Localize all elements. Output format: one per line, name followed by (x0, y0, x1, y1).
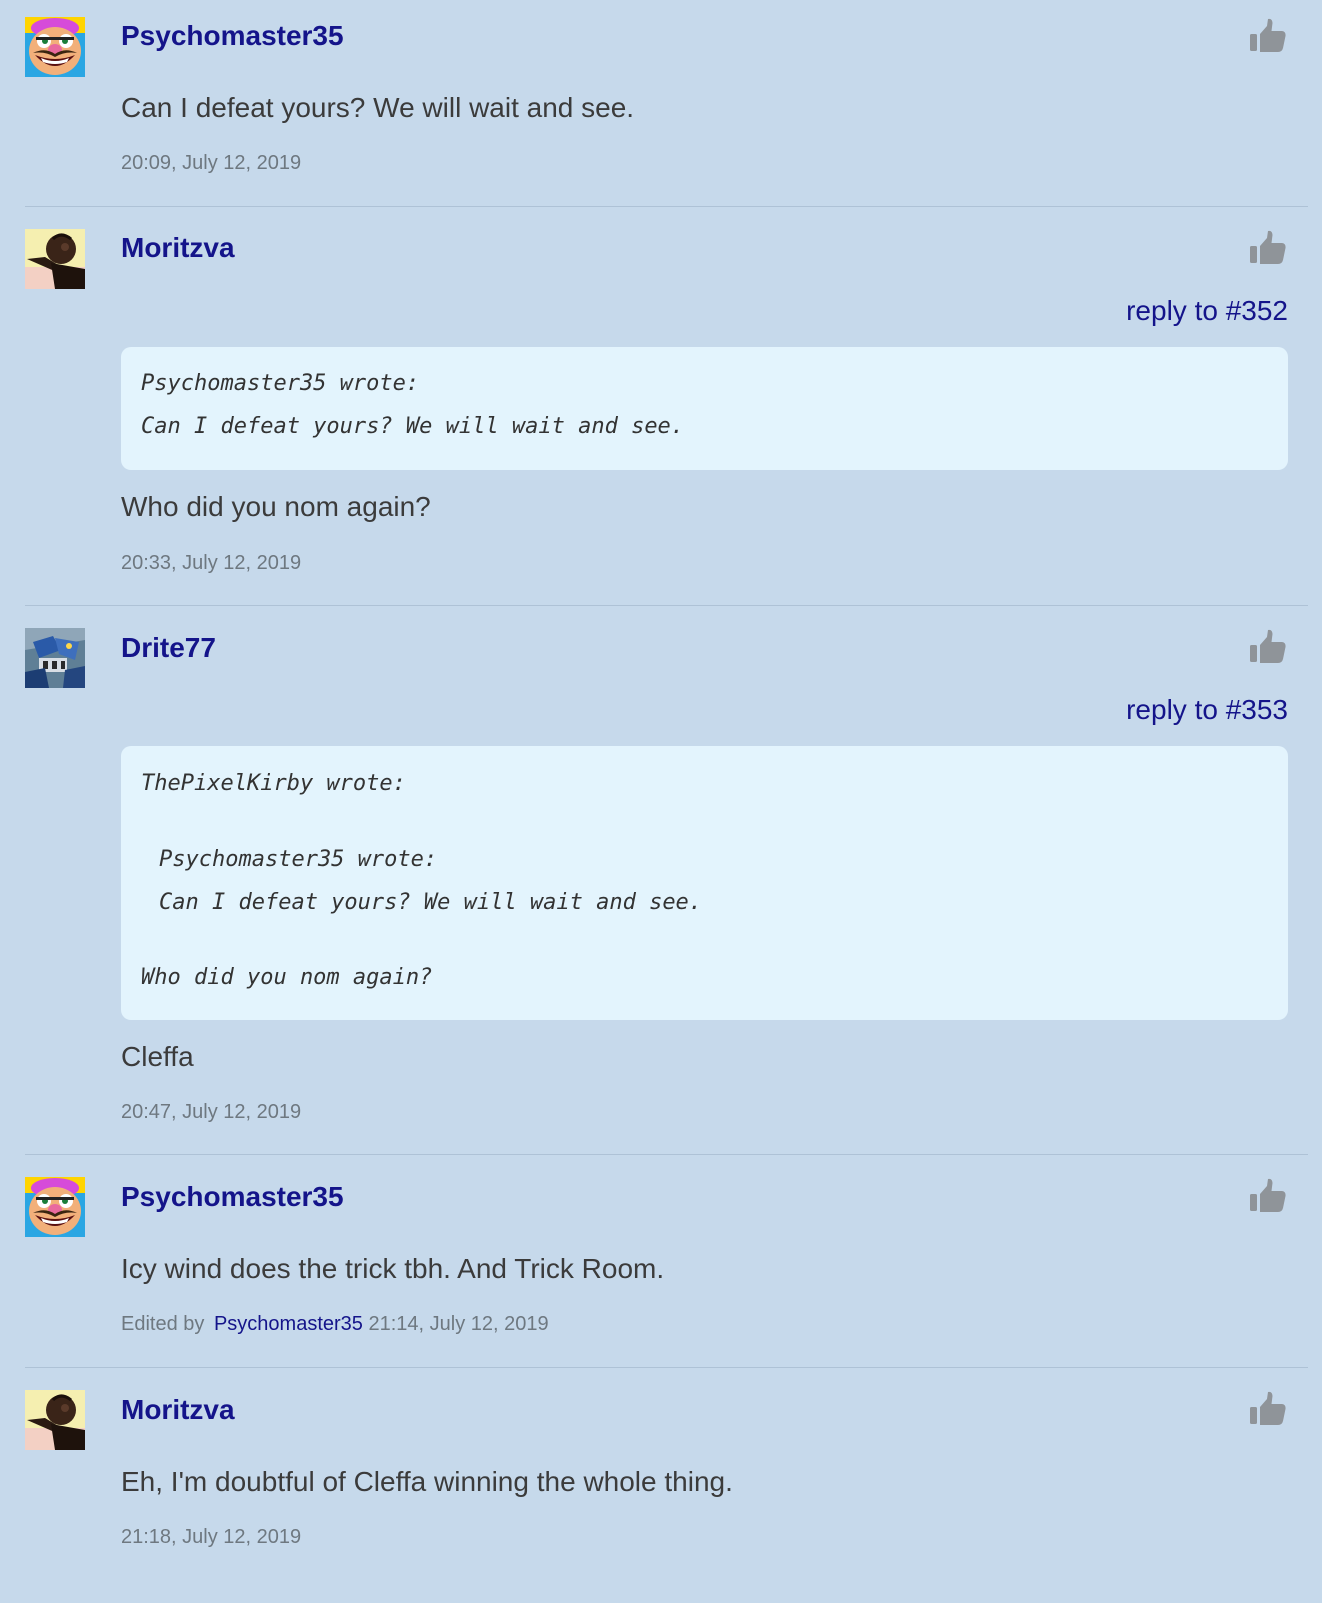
comment-timestamp: 20:09, July 12, 2019 (121, 152, 302, 174)
quote-attribution: Psychomaster35 wrote: (141, 371, 420, 396)
comment: Drite77 reply to #353 ThePixelKirby wrot… (25, 628, 1308, 1155)
comment-body: Icy wind does the trick tbh. And Trick R… (121, 1253, 665, 1284)
avatar[interactable] (25, 628, 85, 688)
comment-author-link[interactable]: Psychomaster35 (121, 19, 344, 53)
comment-body: Can I defeat yours? We will wait and see… (121, 92, 635, 123)
comment-timestamp: 20:47, July 12, 2019 (121, 1101, 302, 1123)
comment-body: Cleffa (121, 1041, 194, 1072)
comment-edit-info: Edited by Psychomaster35 21:14, July 12,… (121, 1312, 549, 1336)
comment: Moritzva Eh, I'm doubtful of Cleffa winn… (25, 1390, 1308, 1590)
comment: Psychomaster35 Can I defeat yours? We wi… (25, 17, 1308, 207)
wario-avatar-icon (25, 1177, 85, 1237)
comment: Psychomaster35 Icy wind does the trick t… (25, 1177, 1308, 1368)
silhouette-avatar-icon (25, 229, 85, 289)
silhouette-avatar-icon (25, 1390, 85, 1450)
thumbs-up-icon (1248, 1390, 1288, 1430)
avatar[interactable] (25, 1177, 85, 1237)
avatar[interactable] (25, 1390, 85, 1450)
like-button[interactable] (1248, 628, 1288, 668)
thumbs-up-icon (1248, 229, 1288, 269)
like-button[interactable] (1248, 229, 1288, 269)
like-button[interactable] (1248, 1390, 1288, 1430)
comment-author-link[interactable]: Drite77 (121, 631, 216, 665)
nested-quote-text: Can I defeat yours? We will wait and see… (159, 890, 703, 915)
thumbs-up-icon (1248, 17, 1288, 57)
quote-block: ThePixelKirby wrote: Psychomaster35 wrot… (121, 746, 1288, 1020)
quote-text: Can I defeat yours? We will wait and see… (141, 414, 685, 439)
like-button[interactable] (1248, 17, 1288, 57)
wario-avatar-icon (25, 17, 85, 77)
avatar[interactable] (25, 17, 85, 77)
reply-to-link[interactable]: reply to #352 (1126, 294, 1288, 328)
quote-text: Who did you nom again? (141, 965, 433, 990)
nested-quote-attribution: Psychomaster35 wrote: (159, 847, 438, 872)
quote-attribution: ThePixelKirby wrote: (141, 771, 406, 796)
thumbs-up-icon (1248, 1177, 1288, 1217)
thumbs-up-icon (1248, 628, 1288, 668)
comment-body: Eh, I'm doubtful of Cleffa winning the w… (121, 1466, 733, 1497)
quote-block: Psychomaster35 wrote: Can I defeat yours… (121, 347, 1288, 470)
comment-author-link[interactable]: Moritzva (121, 231, 235, 265)
robot-avatar-icon (25, 628, 85, 688)
comment-body: Who did you nom again? (121, 491, 431, 522)
comment: Moritzva reply to #352 Psychomaster35 wr… (25, 229, 1308, 606)
reply-to-link[interactable]: reply to #353 (1126, 693, 1288, 727)
comment-author-link[interactable]: Moritzva (121, 1393, 235, 1427)
comment-timestamp: 21:14, July 12, 2019 (368, 1313, 549, 1335)
comment-author-link[interactable]: Psychomaster35 (121, 1180, 344, 1214)
editor-link[interactable]: Psychomaster35 (214, 1313, 363, 1335)
comment-timestamp: 21:18, July 12, 2019 (121, 1526, 302, 1548)
comment-timestamp: 20:33, July 12, 2019 (121, 552, 302, 574)
avatar[interactable] (25, 229, 85, 289)
like-button[interactable] (1248, 1177, 1288, 1217)
edited-by-label: Edited by (121, 1313, 205, 1335)
